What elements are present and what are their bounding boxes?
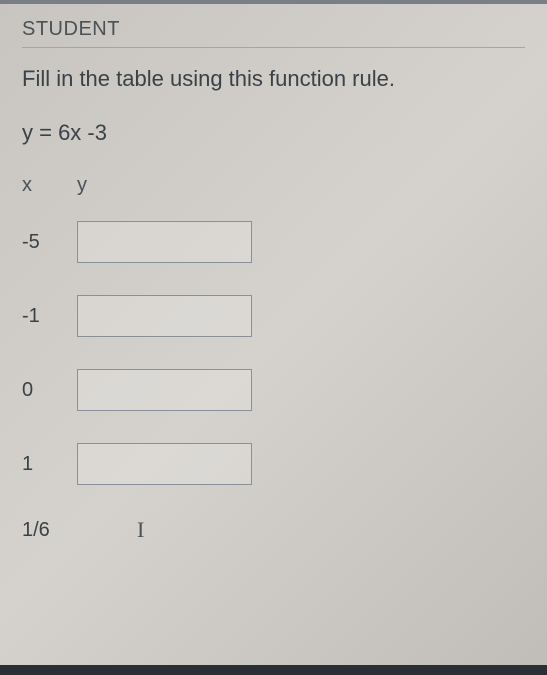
text-cursor-icon: I <box>137 517 144 543</box>
main-content: STUDENT Fill in the table using this fun… <box>0 0 547 561</box>
table-row: 1 <box>22 443 525 485</box>
table-header: x y <box>22 174 525 197</box>
y-input[interactable] <box>77 369 252 411</box>
x-value: -1 <box>22 305 77 328</box>
y-input[interactable] <box>77 221 252 263</box>
column-x-label: x <box>22 174 77 197</box>
table-row: 0 <box>22 369 525 411</box>
top-border <box>0 0 547 4</box>
divider <box>22 47 525 48</box>
table-row: 1/6 I <box>22 517 525 543</box>
page-header: STUDENT <box>22 18 525 41</box>
bottom-border <box>0 665 547 675</box>
x-value: 1/6 <box>22 519 77 542</box>
column-y-label: y <box>77 174 87 197</box>
x-value: 0 <box>22 379 77 402</box>
table-row: -5 <box>22 221 525 263</box>
y-input[interactable] <box>77 295 252 337</box>
x-value: 1 <box>22 453 77 476</box>
instruction-text: Fill in the table using this function ru… <box>22 66 525 92</box>
table-row: -1 <box>22 295 525 337</box>
x-value: -5 <box>22 231 77 254</box>
function-rule: y = 6x -3 <box>22 120 525 146</box>
y-input[interactable] <box>77 443 252 485</box>
